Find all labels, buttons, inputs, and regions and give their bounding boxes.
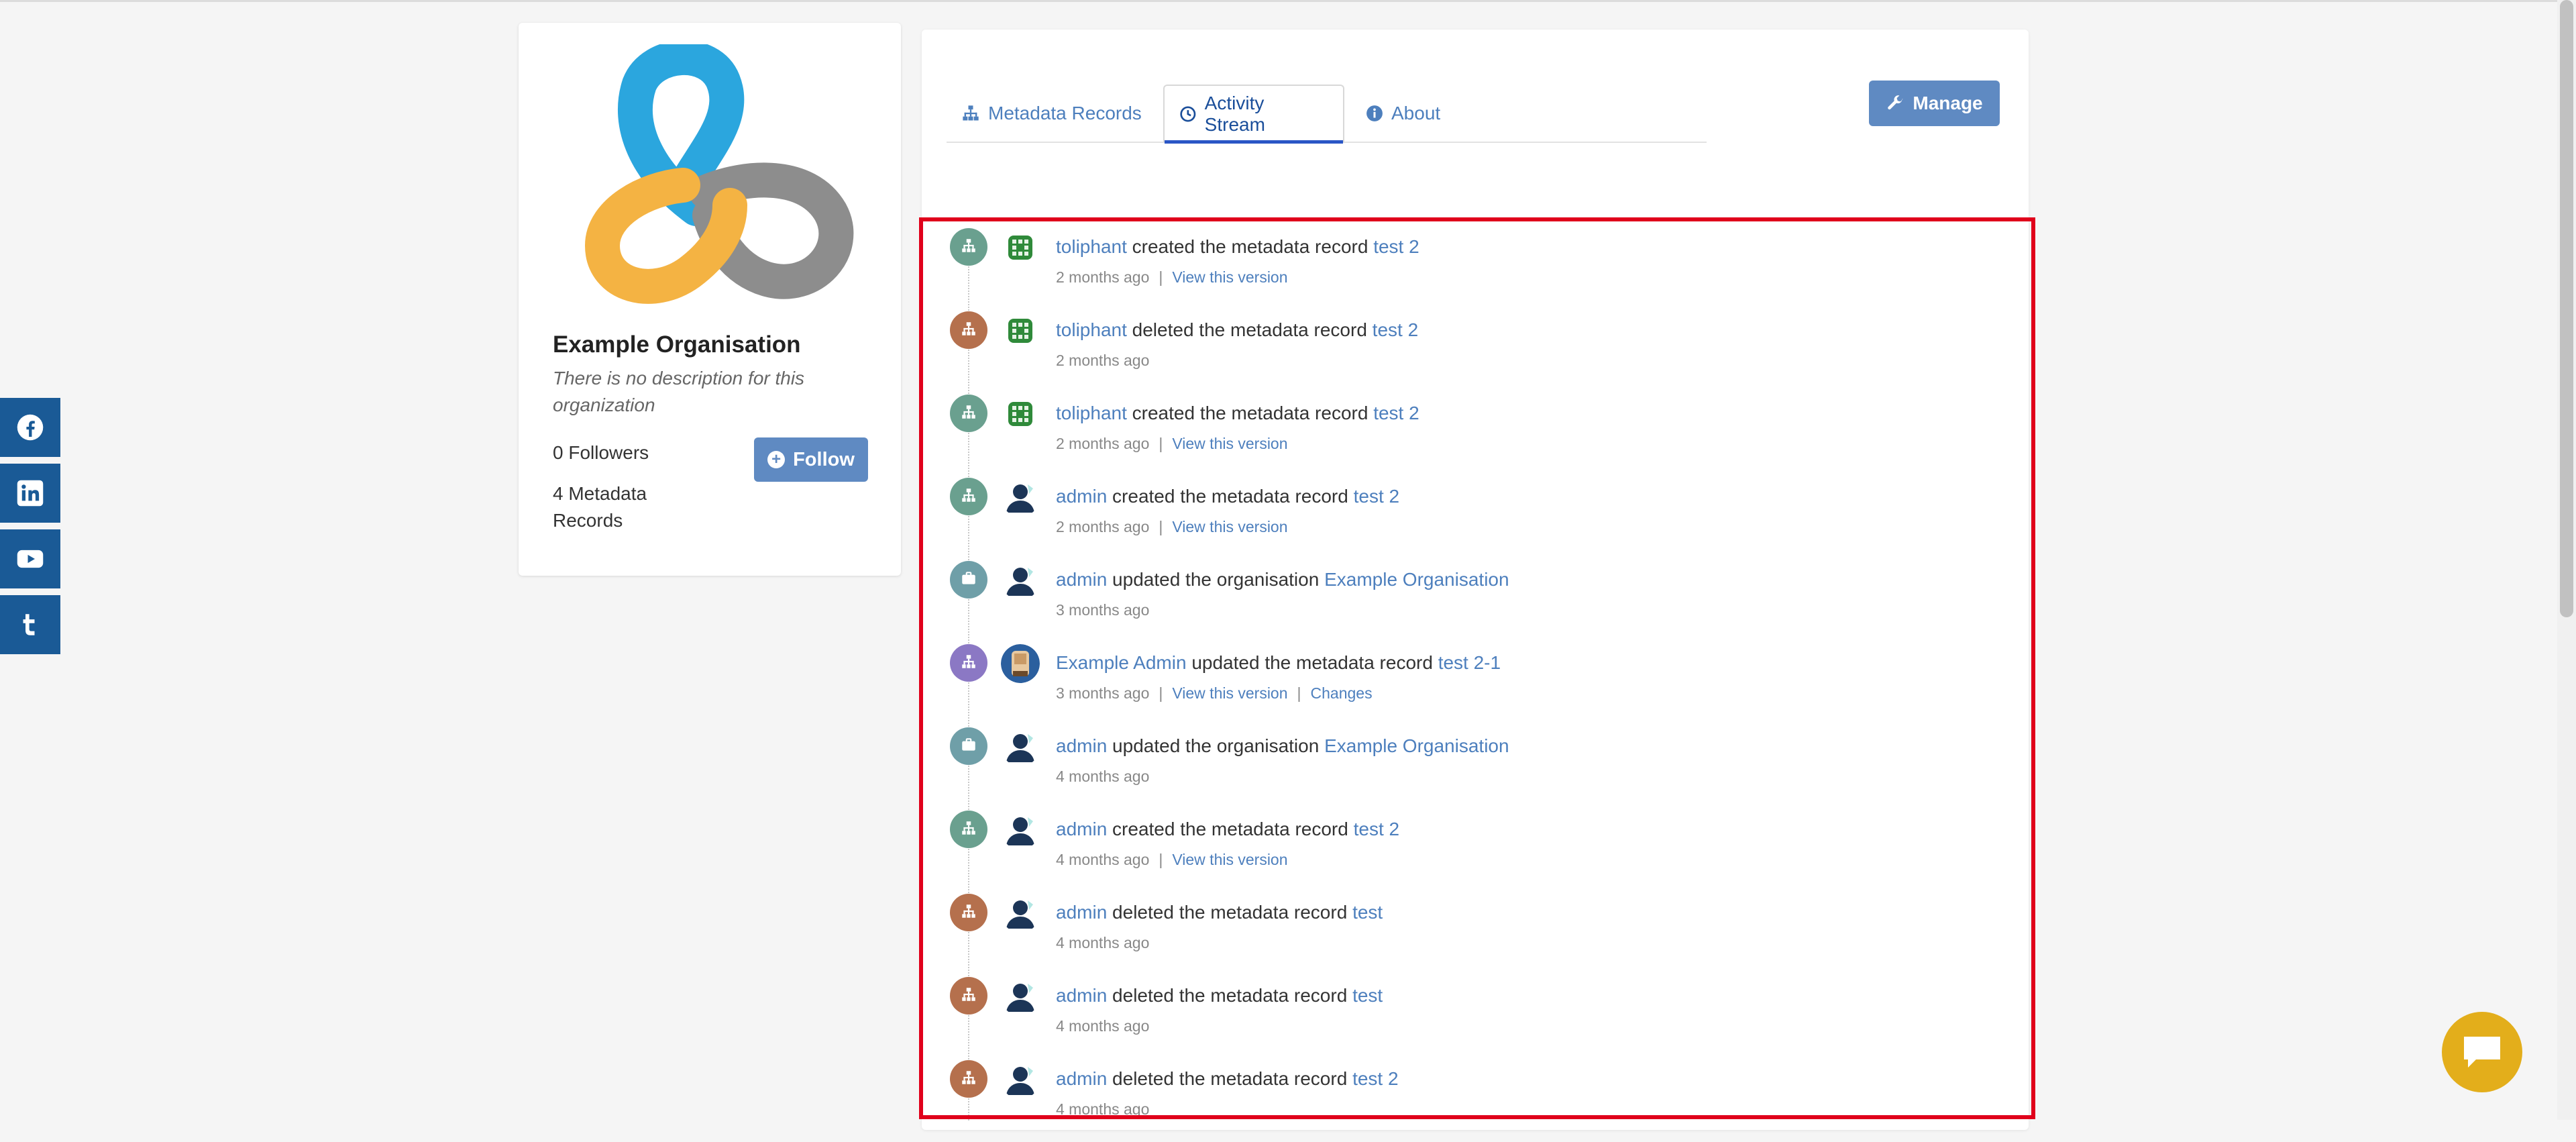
social-share-bar [0,398,60,661]
tab-label: About [1391,103,1441,123]
tumblr-icon [23,614,35,635]
youtube-icon [17,550,44,568]
follow-label: Follow [793,448,855,470]
plus-circle-icon: + [767,451,786,468]
tab-metadata-records[interactable]: Metadata Records [947,85,1157,142]
facebook-icon [17,414,44,441]
linkedin-icon [17,480,44,507]
linkedin-button[interactable] [0,464,60,523]
followers-count: 0 Followers [553,442,649,463]
organization-description: There is no description for this organiz… [553,368,805,415]
manage-label: Manage [1913,93,1983,113]
organization-card: Example Organisation There is no descrip… [519,23,901,576]
organization-name: Example Organisation [553,331,801,358]
organization-logo [584,44,854,304]
chat-bubble-icon [2464,1037,2500,1068]
youtube-button[interactable] [0,529,60,588]
facebook-button[interactable] [0,398,60,457]
info-icon [1366,105,1383,121]
chat-button[interactable] [2442,1012,2522,1092]
tab-label: Metadata Records [988,103,1142,123]
sitemap-icon [963,105,979,121]
metadata-records-count: 4 Metadata Records [553,483,647,531]
scrollbar-thumb[interactable] [2560,0,2573,617]
tumblr-button[interactable] [0,595,60,654]
tab-about[interactable]: About [1351,85,1455,142]
tab-label: Activity Stream [1204,93,1265,135]
wrench-icon [1888,95,1904,110]
clock-icon [1180,106,1196,122]
top-border [0,0,2576,2]
manage-button[interactable]: Manage [1869,81,2000,126]
tab-activity-stream[interactable]: Activity Stream [1163,85,1344,144]
highlight-box [919,217,2035,1119]
follow-button[interactable]: + Follow [754,437,868,482]
